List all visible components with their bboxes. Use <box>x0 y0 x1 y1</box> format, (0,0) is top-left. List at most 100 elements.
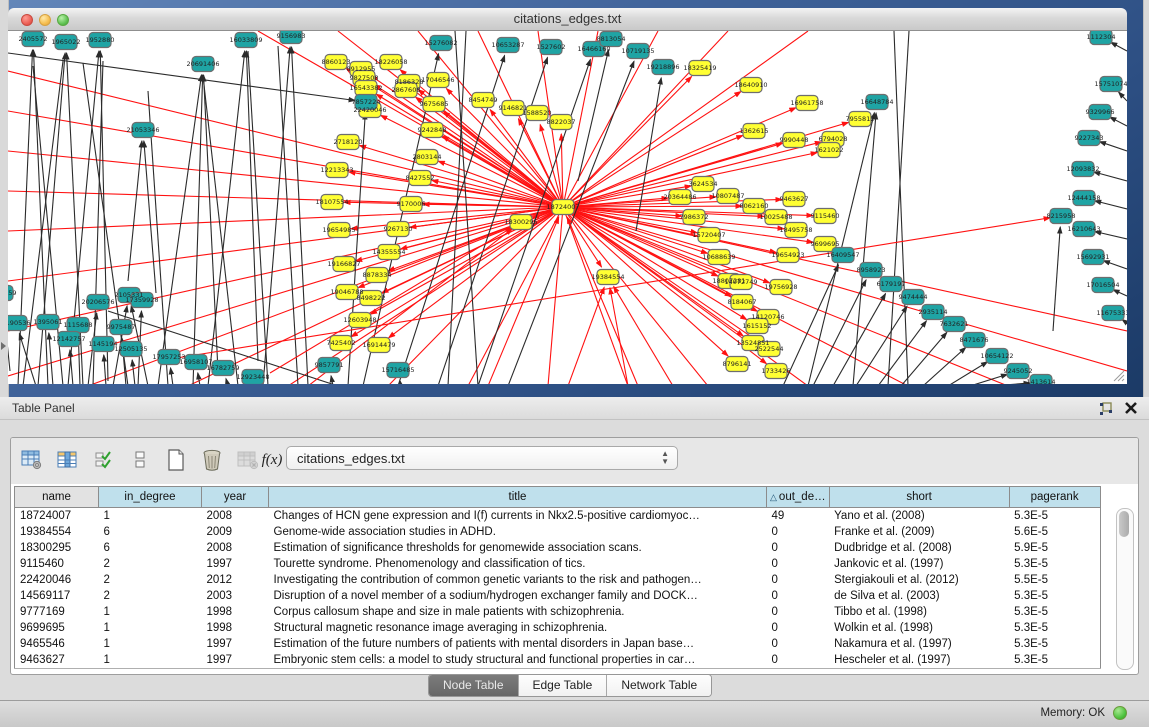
table-row[interactable]: 946362711997Embryonic stem cells: a mode… <box>15 652 1101 669</box>
table-cell[interactable]: Yano et al. (2008) <box>829 508 1009 525</box>
table-row[interactable]: 1830029562008Estimation of significance … <box>15 540 1101 556</box>
table-cell[interactable]: 1 <box>99 636 202 652</box>
float-window-icon[interactable] <box>1098 401 1114 417</box>
select-rows-icon[interactable] <box>91 446 117 474</box>
table-cell[interactable]: 9115460 <box>15 556 99 572</box>
table-settings-icon[interactable] <box>19 446 45 474</box>
column-header-pagerank[interactable]: pagerank <box>1009 487 1100 508</box>
table-cell[interactable]: 1 <box>99 604 202 620</box>
table-cell[interactable]: 18300295 <box>15 540 99 556</box>
memory-ok-indicator-icon[interactable] <box>1113 706 1127 720</box>
table-cell[interactable]: 19384554 <box>15 524 99 540</box>
table-cell[interactable]: 2 <box>99 556 202 572</box>
table-row[interactable]: 2242004622012Investigating the contribut… <box>15 572 1101 588</box>
table-cell[interactable]: 5.3E-5 <box>1009 620 1100 636</box>
column-header-out-degree[interactable]: △out_de… <box>767 487 830 508</box>
table-cell[interactable]: 6 <box>99 524 202 540</box>
table-cell[interactable]: 0 <box>767 620 830 636</box>
table-cell[interactable]: 1997 <box>202 636 269 652</box>
table-cell[interactable]: Stergiakouli et al. (2012) <box>829 572 1009 588</box>
table-cell[interactable]: de Silva et al. (2003) <box>829 588 1009 604</box>
network-window-titlebar[interactable]: citations_edges.txt <box>8 8 1127 31</box>
table-cell[interactable]: 2 <box>99 588 202 604</box>
table-cell[interactable]: Tourette syndrome. Phenomenology and cla… <box>269 556 767 572</box>
table-cell[interactable]: 0 <box>767 572 830 588</box>
table-row[interactable]: 969969511998Structural magnetic resonanc… <box>15 620 1101 636</box>
table-row[interactable]: 1872400712008Changes of HCN gene express… <box>15 508 1101 525</box>
table-cell[interactable]: 1 <box>99 620 202 636</box>
table-row[interactable]: 1456911722003Disruption of a novel membe… <box>15 588 1101 604</box>
table-cell[interactable]: 5.3E-5 <box>1009 588 1100 604</box>
table-cell[interactable]: 1998 <box>202 604 269 620</box>
table-cell[interactable]: 5.9E-5 <box>1009 540 1100 556</box>
table-row[interactable]: 946554611997Estimation of the future num… <box>15 636 1101 652</box>
column-header-short[interactable]: short <box>829 487 1009 508</box>
network-canvas[interactable]: 1872400718300295193845541810755491700069… <box>8 31 1127 384</box>
close-icon[interactable] <box>1124 401 1138 415</box>
table-cell[interactable]: 5.5E-5 <box>1009 572 1100 588</box>
table-cell[interactable]: 5.3E-5 <box>1009 652 1100 669</box>
table-cell[interactable]: Investigating the contribution of common… <box>269 572 767 588</box>
table-cell[interactable]: Franke et al. (2009) <box>829 524 1009 540</box>
table-cell[interactable]: 1 <box>99 652 202 669</box>
table-cell[interactable]: 5.3E-5 <box>1009 508 1100 525</box>
table-cell[interactable]: Structural magnetic resonance image aver… <box>269 620 767 636</box>
table-cell[interactable]: Disruption of a novel member of a sodium… <box>269 588 767 604</box>
table-cell[interactable]: 9463627 <box>15 652 99 669</box>
table-cell[interactable]: 0 <box>767 540 830 556</box>
table-cell[interactable]: 0 <box>767 604 830 620</box>
table-cell[interactable]: 1997 <box>202 556 269 572</box>
table-cell[interactable]: 2003 <box>202 588 269 604</box>
citation-network-graph[interactable]: 1872400718300295193845541810755491700069… <box>8 31 1127 384</box>
panel-collapse-arrow-icon[interactable] <box>1 342 6 350</box>
row-height-icon[interactable] <box>127 446 153 474</box>
table-cell[interactable]: Embryonic stem cells: a model to study s… <box>269 652 767 669</box>
table-cell[interactable]: 1998 <box>202 620 269 636</box>
table-cell[interactable]: Hescheler et al. (1997) <box>829 652 1009 669</box>
table-cell[interactable]: 9777169 <box>15 604 99 620</box>
column-header-title[interactable]: title <box>269 487 767 508</box>
table-cell[interactable]: 2 <box>99 572 202 588</box>
table-cell[interactable]: 2012 <box>202 572 269 588</box>
table-cell[interactable]: 1997 <box>202 652 269 669</box>
table-cell[interactable]: 5.3E-5 <box>1009 636 1100 652</box>
tab-edge-table[interactable]: Edge Table <box>519 675 608 696</box>
table-cell[interactable]: Changes of HCN gene expression and I(f) … <box>269 508 767 525</box>
table-cell[interactable]: 5.3E-5 <box>1009 604 1100 620</box>
table-cell[interactable]: 5.3E-5 <box>1009 556 1100 572</box>
table-cell[interactable]: 1 <box>99 508 202 525</box>
table-cell[interactable]: 2009 <box>202 524 269 540</box>
scrollbar-thumb[interactable] <box>1119 511 1129 537</box>
table-cell[interactable]: 0 <box>767 652 830 669</box>
table-cell[interactable]: Nakamura et al. (1997) <box>829 636 1009 652</box>
table-cell[interactable]: Corpus callosum shape and size in male p… <box>269 604 767 620</box>
table-row[interactable]: 911546021997Tourette syndrome. Phenomeno… <box>15 556 1101 572</box>
tab-network-table[interactable]: Network Table <box>607 675 711 696</box>
table-cell[interactable]: 18724007 <box>15 508 99 525</box>
table-cell[interactable]: Genome-wide association studies in ADHD. <box>269 524 767 540</box>
table-cell[interactable]: 9699695 <box>15 620 99 636</box>
table-row[interactable]: 1938455462009Genome-wide association stu… <box>15 524 1101 540</box>
table-cell[interactable]: 0 <box>767 588 830 604</box>
table-cell[interactable]: Estimation of the future numbers of pati… <box>269 636 767 652</box>
table-cell[interactable]: 49 <box>767 508 830 525</box>
new-table-icon[interactable] <box>163 446 189 474</box>
resize-grip-icon[interactable] <box>1111 368 1125 382</box>
table-cell[interactable]: Jankovic et al. (1997) <box>829 556 1009 572</box>
table-selector-dropdown[interactable]: citations_edges.txt ▲▼ <box>286 446 678 470</box>
column-header-name[interactable]: name <box>15 487 99 508</box>
table-cell[interactable]: Tibbo et al. (1998) <box>829 604 1009 620</box>
delete-column-icon[interactable] <box>199 446 225 474</box>
table-cell[interactable]: 0 <box>767 556 830 572</box>
column-header-year[interactable]: year <box>202 487 269 508</box>
column-header-in-degree[interactable]: in_degree <box>99 487 202 508</box>
table-cell[interactable]: 9465546 <box>15 636 99 652</box>
table-cell[interactable]: 5.6E-5 <box>1009 524 1100 540</box>
table-cell[interactable]: 22420046 <box>15 572 99 588</box>
table-cell[interactable]: 0 <box>767 524 830 540</box>
tab-node-table[interactable]: Node Table <box>429 675 519 696</box>
table-cell[interactable]: 0 <box>767 636 830 652</box>
table-cell[interactable]: 2008 <box>202 508 269 525</box>
table-cell[interactable]: Wolkin et al. (1998) <box>829 620 1009 636</box>
table-cell[interactable]: Dudbridge et al. (2008) <box>829 540 1009 556</box>
